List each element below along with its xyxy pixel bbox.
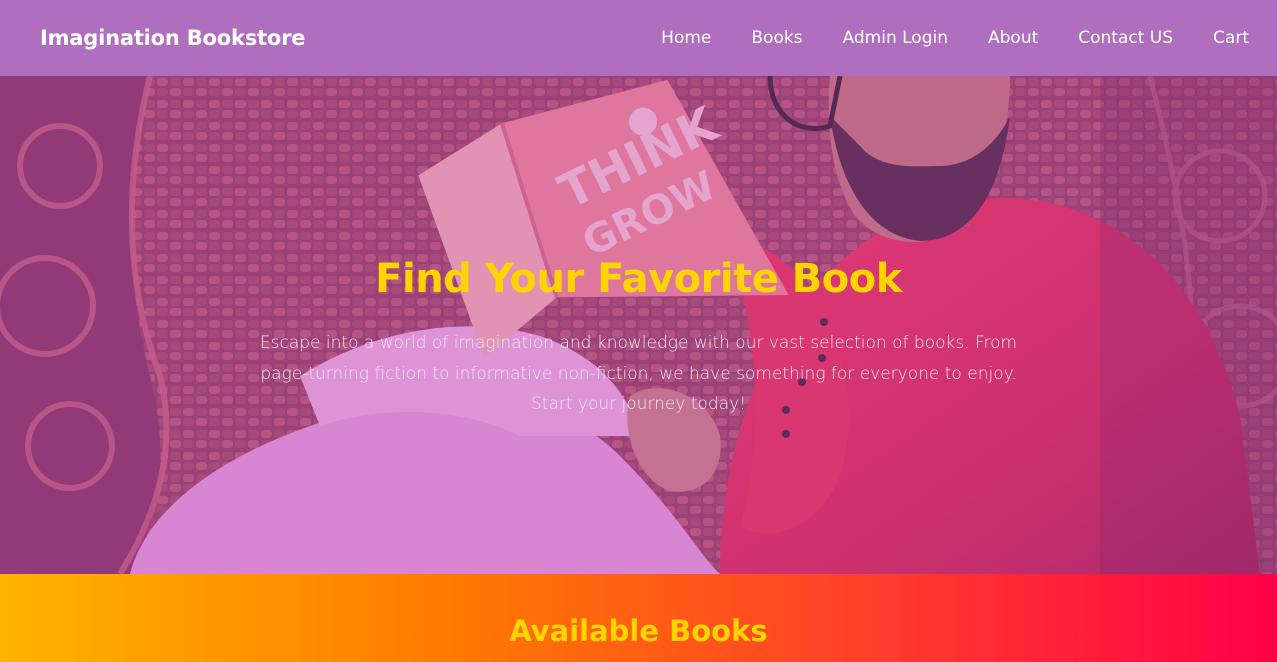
hero-section: THINK GROW Find Your Favorite Book Escap… xyxy=(0,76,1277,574)
hero-title: Find Your Favorite Book xyxy=(375,256,902,302)
hero-content: Find Your Favorite Book Escape into a wo… xyxy=(0,256,1277,420)
available-books-section: Available Books xyxy=(0,574,1277,662)
nav-link-contact-us[interactable]: Contact US xyxy=(1078,28,1173,48)
available-books-heading: Available Books xyxy=(509,614,768,648)
nav-link-about[interactable]: About xyxy=(988,28,1038,48)
nav-link-cart[interactable]: Cart xyxy=(1213,28,1249,48)
nav-links: Home Books Admin Login About Contact US … xyxy=(661,28,1249,48)
navbar: Imagination Bookstore Home Books Admin L… xyxy=(0,0,1277,76)
brand-logo-text[interactable]: Imagination Bookstore xyxy=(40,26,306,50)
nav-link-home[interactable]: Home xyxy=(661,28,711,48)
hero-description: Escape into a world of imagination and k… xyxy=(259,333,1018,414)
nav-link-admin-login[interactable]: Admin Login xyxy=(843,28,948,48)
nav-link-books[interactable]: Books xyxy=(751,28,802,48)
